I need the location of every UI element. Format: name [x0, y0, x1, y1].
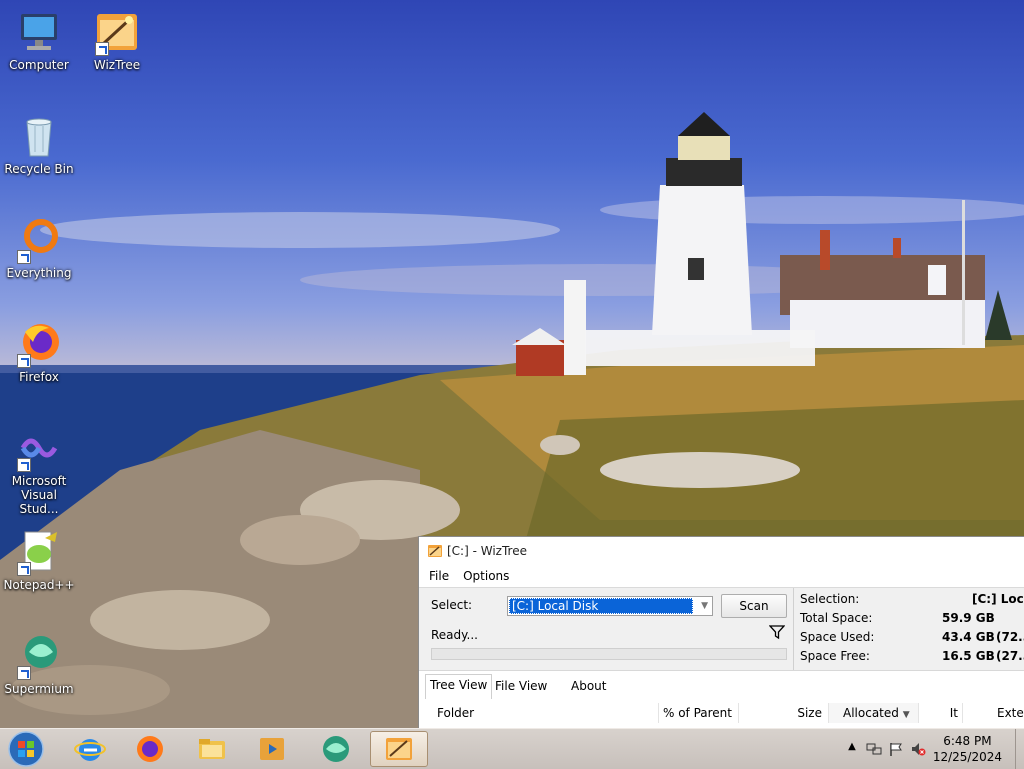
computer-icon [15, 8, 63, 56]
scan-button[interactable]: Scan [721, 594, 787, 618]
desktop-icon-everything[interactable]: Everything [0, 216, 78, 280]
desktop-icon-firefox[interactable]: Firefox [0, 320, 78, 384]
window-title: [C:] - WizTree [447, 544, 527, 558]
desktop-icon-label: Firefox [19, 370, 59, 384]
column-folder[interactable]: Folder [429, 703, 659, 723]
firefox-icon [15, 320, 63, 368]
sort-desc-icon: ▼ [902, 710, 910, 720]
system-clock[interactable]: 6:48 PM 12/25/2024 [933, 733, 1002, 765]
taskbar-wiztree[interactable] [370, 731, 428, 767]
desktop-icon-label: WizTree [93, 58, 141, 72]
supermium-icon [323, 736, 349, 762]
media-player-icon [260, 738, 284, 760]
taskbar-file-explorer[interactable] [186, 731, 238, 767]
space-free-percent: (27.5% [996, 649, 1024, 663]
scan-toolbar: Select: [C:] Local Disk ▼ Scan Ready... … [419, 587, 1024, 670]
show-hidden-icons-icon[interactable]: ▲ [844, 741, 860, 757]
status-text: Ready... [431, 628, 478, 642]
column-percent-of-parent[interactable]: % of Parent [659, 703, 739, 723]
supermium-icon [15, 632, 63, 680]
column-allocated[interactable]: Allocated ▼ [829, 703, 919, 723]
wiztree-icon [386, 738, 412, 760]
column-size[interactable]: Size [739, 703, 829, 723]
clock-date: 12/25/2024 [932, 750, 1002, 764]
tab-about[interactable]: About [567, 676, 610, 698]
select-label: Select: [431, 598, 473, 612]
show-desktop-button[interactable] [1015, 729, 1024, 769]
desktop-icon-label: Everything [6, 266, 72, 280]
menu-file[interactable]: File [423, 569, 457, 583]
desktop-icon-notepadpp[interactable]: Notepad++ [0, 528, 78, 592]
taskbar-firefox[interactable] [124, 731, 176, 767]
space-used-percent: (72.5% [996, 630, 1024, 644]
desktop-icon-wiztree[interactable]: WizTree [78, 8, 156, 72]
desktop-icon-label: Microsoft Visual Stud... [11, 474, 67, 516]
shortcut-arrow-icon [17, 458, 31, 472]
firefox-icon [137, 736, 163, 762]
taskbar-supermium[interactable] [310, 731, 362, 767]
disk-info-panel: Selection: [C:] Local D Total Space: 59.… [793, 588, 1024, 670]
shortcut-arrow-icon [95, 42, 109, 56]
desktop-icon-label: Notepad++ [3, 578, 75, 592]
column-extension[interactable]: Exten [963, 703, 1024, 723]
drive-select[interactable]: [C:] Local Disk ▼ [507, 596, 713, 616]
recycle-bin-icon [15, 112, 63, 160]
desktop-icon-computer[interactable]: Computer [0, 8, 78, 72]
desktop-icon-supermium[interactable]: Supermium [0, 632, 78, 696]
clock-time: 6:48 PM [943, 734, 992, 748]
chevron-down-icon[interactable]: ▼ [701, 601, 708, 611]
desktop-icon-label: Recycle Bin [4, 162, 74, 176]
desktop-icon-visual-studio[interactable]: Microsoft Visual Stud... [0, 424, 78, 516]
wiztree-window[interactable]: [C:] - WizTree File Options Select: [C:]… [418, 536, 1024, 729]
filter-icon[interactable] [769, 624, 785, 640]
space-free-value: 16.5 GB [942, 649, 995, 663]
system-tray: ▲ 6:48 PM 12/25/2024 [836, 729, 1016, 769]
wiztree-icon [93, 8, 141, 56]
space-used-label: Space Used: [800, 630, 875, 644]
view-tabs: Tree View File View About [419, 670, 1024, 699]
shortcut-arrow-icon [17, 250, 31, 264]
desktop-icon-label: Supermium [4, 682, 74, 696]
shortcut-arrow-icon [17, 562, 31, 576]
column-items[interactable]: It [919, 703, 963, 723]
tree-grid-header: Folder % of Parent Size Allocated ▼ It E… [419, 699, 1024, 729]
tab-file-view[interactable]: File View [491, 676, 551, 698]
space-free-label: Space Free: [800, 649, 870, 663]
taskbar: ▲ 6:48 PM 12/25/2024 [0, 728, 1024, 769]
space-used-value: 43.4 GB [942, 630, 995, 644]
start-button[interactable] [6, 730, 46, 768]
title-bar[interactable]: [C:] - WizTree [419, 537, 1024, 565]
selection-value: [C:] Local D [972, 592, 1024, 606]
action-center-flag-icon[interactable] [888, 741, 904, 757]
total-space-value: 59.9 GB [942, 611, 995, 625]
volume-muted-icon[interactable] [910, 741, 926, 757]
shortcut-arrow-icon [17, 666, 31, 680]
total-space-label: Total Space: [800, 611, 873, 625]
desktop-icon-label: Computer [9, 58, 69, 72]
notepadpp-icon [15, 528, 63, 576]
tab-tree-view[interactable]: Tree View [425, 674, 493, 699]
taskbar-internet-explorer[interactable] [64, 731, 116, 767]
wiztree-app-icon [428, 545, 442, 557]
selection-label: Selection: [800, 592, 860, 606]
folder-icon [199, 739, 225, 759]
scan-progress-bar [431, 648, 787, 660]
menu-bar: File Options [419, 565, 1024, 587]
everything-icon [15, 216, 63, 264]
menu-options[interactable]: Options [457, 569, 517, 583]
shortcut-arrow-icon [17, 354, 31, 368]
visual-studio-icon [15, 424, 63, 472]
desktop-icon-recycle-bin[interactable]: Recycle Bin [0, 112, 78, 176]
drive-select-value: [C:] Local Disk [509, 598, 693, 614]
internet-explorer-icon [74, 739, 106, 761]
taskbar-media-player[interactable] [246, 731, 298, 767]
network-icon[interactable] [866, 741, 882, 757]
column-allocated-label: Allocated [843, 706, 899, 720]
